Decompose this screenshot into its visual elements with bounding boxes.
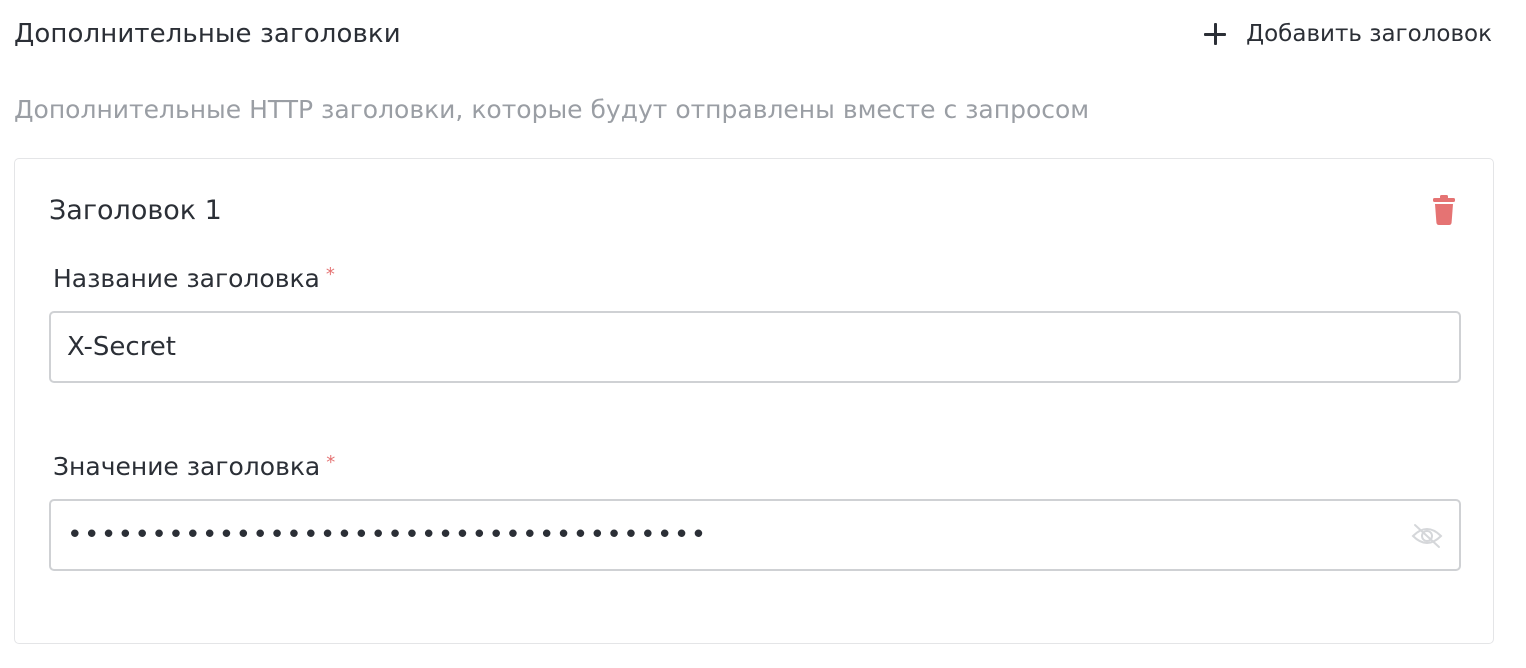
delete-header-button[interactable] <box>1433 195 1455 225</box>
header-card-title: Заголовок 1 <box>49 195 222 226</box>
header-value-masked: •••••••••••••••••••••••••••••••••••••• <box>67 520 708 550</box>
visibility-toggle-button[interactable] <box>1411 523 1443 549</box>
header-value-input[interactable]: •••••••••••••••••••••••••••••••••••••• <box>49 499 1461 571</box>
header-name-label: Название заголовка * <box>53 263 335 295</box>
eye-off-icon <box>1411 524 1443 548</box>
add-header-button-label: Добавить заголовок <box>1246 21 1492 47</box>
header-card: Заголовок 1 Название заголовка * X-Secret… <box>14 158 1494 644</box>
section-header: Дополнительные заголовки Добавить заголо… <box>14 14 1492 54</box>
header-value-label: Значение заголовка * <box>53 451 335 483</box>
header-name-input[interactable]: X-Secret <box>49 311 1461 383</box>
section-title: Дополнительные заголовки <box>14 19 401 49</box>
header-name-value: X-Secret <box>67 332 177 362</box>
header-value-label-text: Значение заголовка <box>53 452 321 481</box>
plus-icon <box>1204 23 1227 45</box>
required-mark: * <box>325 264 335 285</box>
required-mark: * <box>326 452 336 473</box>
trash-icon <box>1433 195 1455 225</box>
header-name-label-text: Название заголовка <box>53 264 320 293</box>
add-header-button[interactable]: Добавить заголовок <box>1204 14 1492 54</box>
section-description: Дополнительные HTTP заголовки, которые б… <box>14 95 1090 124</box>
